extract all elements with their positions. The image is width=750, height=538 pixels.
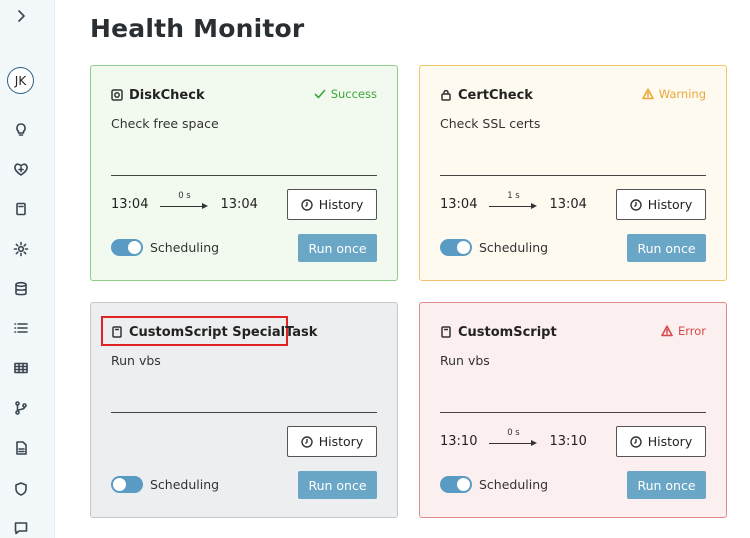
card-title: CustomScript SpecialTask [129, 325, 318, 340]
history-label: History [318, 197, 364, 212]
card-description: Check SSL certs [440, 116, 541, 131]
duration: 1 s [507, 190, 520, 201]
file-export-icon[interactable] [11, 438, 31, 458]
card-description: Run vbs [111, 353, 161, 368]
clock-icon [630, 198, 642, 211]
run-times: 13:04 1 s 13:04 [440, 191, 587, 213]
chat-icon[interactable] [11, 518, 31, 538]
run-once-button[interactable]: Run once [627, 234, 706, 262]
database-icon[interactable] [11, 279, 31, 299]
clock-icon [630, 435, 642, 448]
lock-icon [440, 86, 452, 105]
document-icon[interactable] [11, 199, 31, 219]
script-icon [440, 323, 452, 342]
scheduling-toggle[interactable] [440, 239, 472, 256]
status-badge: Error [661, 324, 706, 338]
branch-icon[interactable] [11, 398, 31, 418]
sidebar: JK [0, 0, 55, 538]
scheduling-toggle[interactable] [111, 476, 143, 493]
card-title: DiskCheck [129, 88, 205, 103]
history-label: History [647, 197, 693, 212]
shield-icon[interactable] [11, 479, 31, 499]
duration-arrow: 0 s [160, 191, 209, 210]
run-times: 13:04 0 s 13:04 [111, 191, 258, 213]
history-button[interactable]: History [616, 189, 706, 220]
end-time: 13:04 [549, 197, 587, 212]
card-title: CustomScript [458, 325, 557, 340]
task-card-certcheck: CertCheck Warning Check SSL certs 13:04 … [419, 65, 727, 281]
avatar-initials: JK [14, 73, 27, 88]
status-text: Error [677, 324, 706, 338]
end-time: 13:04 [220, 197, 258, 212]
duration: 0 s [507, 427, 520, 438]
status-badge: Warning [641, 87, 706, 101]
run-times: 13:10 0 s 13:10 [440, 428, 587, 450]
divider [111, 175, 377, 176]
start-time: 13:10 [440, 434, 478, 449]
disk-icon [111, 86, 123, 105]
heart-plus-icon[interactable] [11, 159, 31, 179]
error-icon [661, 325, 673, 337]
history-label: History [647, 434, 693, 449]
start-time: 13:04 [440, 197, 478, 212]
end-time: 13:10 [549, 434, 587, 449]
scheduling-label: Scheduling [479, 477, 549, 492]
duration-arrow: 0 s [489, 428, 538, 447]
history-label: History [318, 434, 364, 449]
check-icon [314, 89, 326, 99]
scheduling-toggle[interactable] [440, 476, 472, 493]
task-card-customscript-specialtask: CustomScript SpecialTask Run vbs History… [90, 302, 398, 518]
card-description: Check free space [111, 116, 219, 131]
start-time: 13:04 [111, 197, 149, 212]
scheduling-label: Scheduling [150, 477, 220, 492]
task-card-diskcheck: DiskCheck Success Check free space 13:04… [90, 65, 398, 281]
scheduling-label: Scheduling [150, 240, 220, 255]
status-badge: Success [314, 87, 377, 101]
scheduling-toggle[interactable] [111, 239, 143, 256]
lightbulb-icon[interactable] [11, 119, 31, 139]
task-card-customscript: CustomScript Error Run vbs 13:10 0 s 13:… [419, 302, 727, 518]
divider [111, 412, 377, 413]
warning-icon [641, 88, 654, 100]
duration-arrow: 1 s [489, 191, 538, 210]
run-once-button[interactable]: Run once [298, 471, 377, 499]
divider [440, 175, 706, 176]
card-description: Run vbs [440, 353, 490, 368]
status-text: Success [330, 87, 377, 101]
card-title: CertCheck [458, 88, 533, 103]
page-title: Health Monitor [90, 14, 305, 43]
gear-icon[interactable] [11, 239, 31, 259]
history-button[interactable]: History [287, 426, 377, 457]
expand-sidebar-icon[interactable] [11, 6, 31, 26]
avatar[interactable]: JK [7, 67, 34, 94]
run-once-button[interactable]: Run once [627, 471, 706, 499]
script-icon [111, 323, 123, 342]
list-icon[interactable] [11, 318, 31, 338]
scheduling-label: Scheduling [479, 240, 549, 255]
table-icon[interactable] [11, 358, 31, 378]
status-text: Warning [658, 87, 706, 101]
history-button[interactable]: History [287, 189, 377, 220]
history-button[interactable]: History [616, 426, 706, 457]
run-once-button[interactable]: Run once [298, 234, 377, 262]
divider [440, 412, 706, 413]
duration: 0 s [178, 190, 191, 201]
clock-icon [301, 435, 313, 448]
clock-icon [301, 198, 313, 211]
